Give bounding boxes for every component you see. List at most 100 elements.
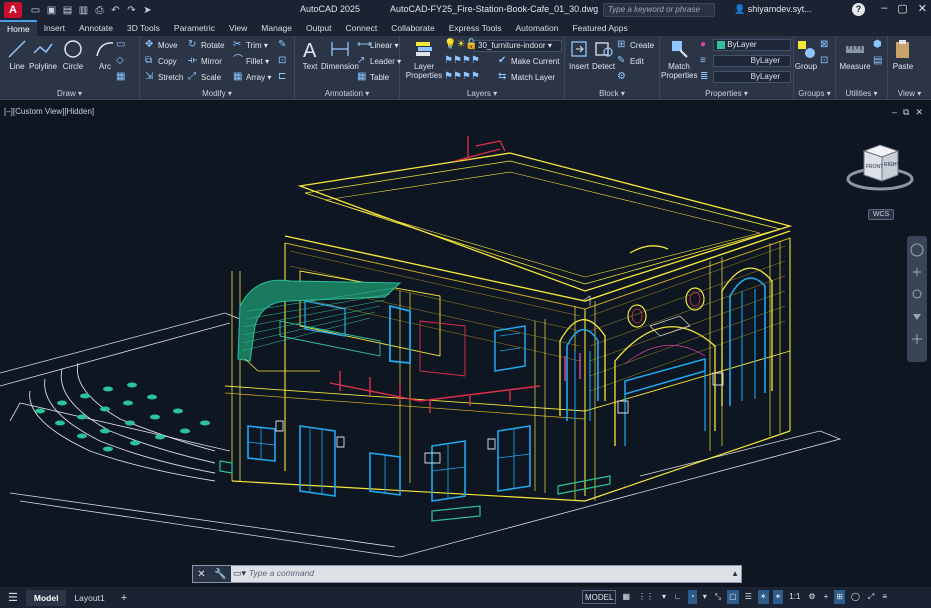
dimension-tool[interactable]: Dimension <box>321 38 359 71</box>
tab-model[interactable]: Model <box>25 589 67 606</box>
tab-automation[interactable]: Automation <box>508 20 565 36</box>
rotate-button[interactable]: ↻ Rotate <box>188 40 225 50</box>
maximize-icon[interactable]: ▢ <box>897 2 907 15</box>
polyline-tool[interactable]: Polyline <box>29 38 57 71</box>
linetype-dropdown[interactable]: ByLayer <box>713 55 791 67</box>
hardware-accel-icon[interactable]: ⊞ <box>834 590 845 604</box>
user-account[interactable]: 👤 shiyamdev.syt... <box>734 4 812 15</box>
fullscreen-icon[interactable]: ⤢ <box>866 590 876 604</box>
tab-parametric[interactable]: Parametric <box>167 20 222 36</box>
save-icon[interactable]: ▤ <box>62 5 73 16</box>
match-layer-button[interactable]: ⇆ Match Layer <box>498 72 555 82</box>
tab-view[interactable]: View <box>222 20 254 36</box>
layer-tools-row2[interactable]: ⚑⚑⚑⚑ <box>444 72 480 82</box>
annotation-scale[interactable]: 1:1 <box>787 590 802 604</box>
command-close-icon[interactable]: ✕ <box>197 569 205 580</box>
tab-annotate[interactable]: Annotate <box>72 20 120 36</box>
edit-block-button[interactable]: ✎ Edit <box>617 56 644 66</box>
calculator-icon[interactable]: ▤ <box>873 56 883 66</box>
match-properties-tool[interactable]: Match Properties <box>661 38 697 80</box>
search-input[interactable]: Type a keyword or phrase <box>603 3 715 17</box>
print-icon[interactable]: ⎙ <box>94 5 105 16</box>
share-icon[interactable]: ➤ <box>142 5 153 16</box>
isodraft-icon[interactable]: ▾ <box>701 590 709 604</box>
tab-output[interactable]: Output <box>299 20 339 36</box>
wcs-menu[interactable]: WCS <box>868 209 894 220</box>
layer-dropdown[interactable]: 30_furniture-indoor ▾ <box>474 40 562 52</box>
ortho-icon[interactable]: ∟ <box>672 590 684 604</box>
leader-dropdown[interactable]: ↗ Leader ▾ <box>357 56 401 66</box>
viewcube-right-label[interactable]: RIGHT <box>884 162 900 168</box>
help-icon[interactable]: ? <box>852 3 865 16</box>
new-file-icon[interactable]: ▭ <box>30 5 41 16</box>
lineweight-dropdown[interactable]: ByLayer <box>713 71 791 83</box>
stretch-button[interactable]: ⇲ Stretch <box>145 72 183 82</box>
modify-panel-title[interactable]: Modify ▾ <box>140 89 294 98</box>
command-prompt-icon[interactable]: ▭▾ <box>233 568 246 579</box>
groups-panel-title[interactable]: Groups ▾ <box>794 89 835 98</box>
ungroup-icon[interactable]: ⊠ <box>820 40 830 50</box>
utilities-panel-title[interactable]: Utilities ▾ <box>836 89 887 98</box>
tab-connect[interactable]: Connect <box>339 20 385 36</box>
array-button[interactable]: ▦ Array ▾ <box>233 72 271 82</box>
hatch-icon[interactable]: ◇ <box>116 56 126 66</box>
boundary-icon[interactable]: ▦ <box>116 72 126 82</box>
customization-icon[interactable]: ≡ <box>880 590 889 604</box>
tab-collaborate[interactable]: Collaborate <box>384 20 441 36</box>
text-tool[interactable]: A Text <box>299 38 321 71</box>
snap-icon[interactable]: ⋮⋮ <box>636 590 656 604</box>
circle-tool[interactable]: Circle <box>62 38 84 71</box>
scale-button[interactable]: ⤢ Scale <box>188 72 221 82</box>
erase-icon[interactable]: ✎ <box>278 40 288 50</box>
paste-tool[interactable]: Paste <box>892 38 914 71</box>
application-menu-button[interactable]: A <box>4 2 22 18</box>
layer-tools-row1[interactable]: ⚑⚑⚑⚑ <box>444 56 480 66</box>
fillet-button[interactable]: ⌒ Fillet ▾ <box>233 56 269 66</box>
model-space-button[interactable]: MODEL <box>582 590 617 604</box>
tab-3d-tools[interactable]: 3D Tools <box>120 20 167 36</box>
table-button[interactable]: ▦ Table <box>357 72 389 82</box>
grid-icon[interactable]: ▦ <box>620 590 632 604</box>
redo-icon[interactable]: ↷ <box>126 5 137 16</box>
object-snap-tracking-icon[interactable]: ⤡ <box>713 590 723 604</box>
drawing-viewport[interactable]: [–][Custom View][Hidden] – ⧉ ✕ FRONT RIG… <box>0 101 931 587</box>
open-file-icon[interactable]: ▣ <box>46 5 57 16</box>
move-button[interactable]: ✥ Move <box>145 40 178 50</box>
explode-icon[interactable]: ⊡ <box>278 56 288 66</box>
viewcube[interactable]: FRONT RIGHT <box>842 137 920 197</box>
block-panel-title[interactable]: Block ▾ <box>565 89 659 98</box>
viewcube-front-label[interactable]: FRONT <box>866 164 883 170</box>
line-tool[interactable]: Line <box>6 38 28 71</box>
measure-tool[interactable]: Measure <box>839 38 871 71</box>
insert-tool[interactable]: Insert <box>568 38 590 71</box>
offset-icon[interactable]: ⊏ <box>278 72 288 82</box>
polar-tracking-icon[interactable]: ◔ <box>687 590 697 604</box>
layer-properties-tool[interactable]: Layer Properties <box>404 38 444 80</box>
linear-dropdown[interactable]: ⟷ Linear ▾ <box>357 40 398 50</box>
command-customize-icon[interactable]: 🔧 <box>214 569 226 580</box>
mirror-button[interactable]: ⟛ Mirror <box>188 56 222 66</box>
quick-select-icon[interactable]: ⬢ <box>873 40 883 50</box>
tab-layout1[interactable]: Layout1 <box>66 590 112 606</box>
close-icon[interactable]: ✕ <box>918 2 927 15</box>
tab-featured-apps[interactable]: Featured Apps <box>565 20 634 36</box>
block-attributes-icon[interactable]: ⚙ <box>617 72 627 82</box>
command-input[interactable]: Type a command <box>249 568 314 578</box>
infer-constraints-icon[interactable]: ▾ <box>660 590 668 604</box>
properties-panel-title[interactable]: Properties ▾ <box>660 89 793 98</box>
arc-tool[interactable]: Arc <box>94 38 116 71</box>
make-current-button[interactable]: ✔ Make Current <box>498 56 559 66</box>
add-layout-icon[interactable]: + <box>113 590 135 606</box>
trim-button[interactable]: ✂ Trim ▾ <box>233 40 268 50</box>
add-icon[interactable]: + <box>822 590 831 604</box>
settings-icon[interactable]: ⚙ <box>806 590 817 604</box>
navigation-bar[interactable] <box>907 236 927 362</box>
lineweight-toggle-icon[interactable]: ☰ <box>743 590 754 604</box>
layer-state-icons[interactable]: 💡☀🔓 <box>444 40 478 50</box>
detect-tool[interactable]: Detect <box>592 38 615 71</box>
tab-express-tools[interactable]: Express Tools <box>442 20 509 36</box>
copy-button[interactable]: ⧉ Copy <box>145 56 177 66</box>
undo-icon[interactable]: ↶ <box>110 5 121 16</box>
command-history-icon[interactable]: ▲ <box>731 569 739 578</box>
group-tool[interactable]: Group <box>794 38 818 71</box>
